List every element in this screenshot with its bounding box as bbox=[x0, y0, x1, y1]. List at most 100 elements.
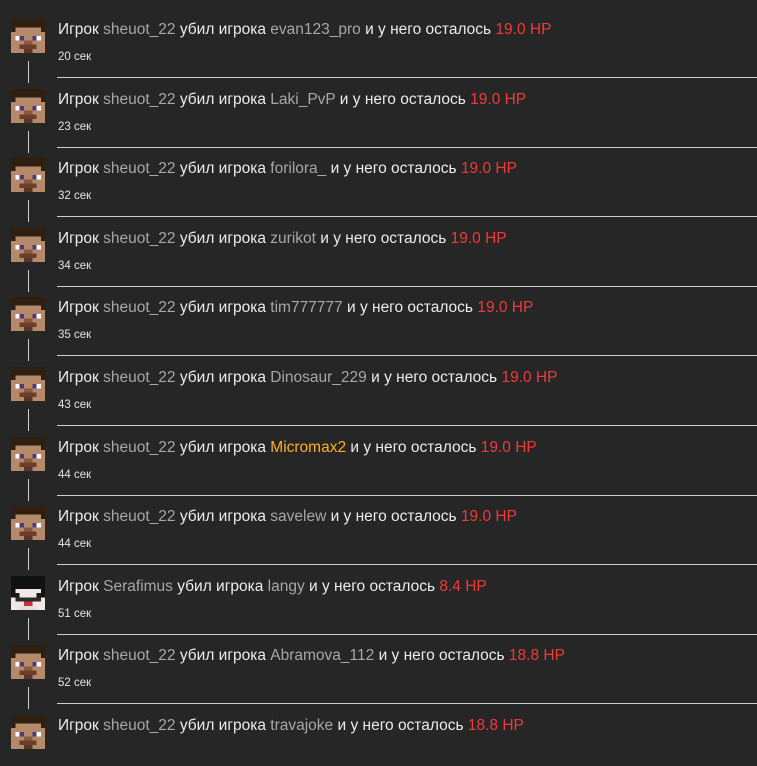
masked-head-icon bbox=[11, 576, 45, 610]
hp-value: 19.0 HP bbox=[460, 160, 517, 177]
timestamp: 34 сек bbox=[58, 260, 92, 272]
timestamp: 32 сек bbox=[58, 190, 92, 202]
prefix-label: Игрок bbox=[58, 369, 99, 386]
steve-head-icon bbox=[11, 367, 45, 401]
kill-entry: Игрок sheuot_22 убил игрока Micromax2 и … bbox=[0, 418, 757, 501]
timestamp: 44 сек bbox=[58, 469, 92, 481]
steve-head-icon bbox=[11, 437, 45, 471]
prefix-label: Игрок bbox=[58, 439, 99, 456]
kill-entry: Игрок sheuot_22 убил игрока evan123_pro … bbox=[0, 0, 757, 83]
killer-name[interactable]: sheuot_22 bbox=[103, 299, 175, 316]
steve-head-icon bbox=[11, 158, 45, 192]
remaining-label: и у него осталось bbox=[339, 91, 466, 108]
steve-head-icon bbox=[11, 506, 45, 540]
kill-entry: Игрок sheuot_22 убил игрока Laki_PvP и у… bbox=[0, 70, 757, 153]
prefix-label: Игрок bbox=[58, 717, 99, 734]
killer-name[interactable]: sheuot_22 bbox=[103, 647, 175, 664]
killed-label: убил игрока bbox=[179, 230, 266, 247]
victim-name[interactable]: Micromax2 bbox=[270, 439, 346, 456]
killed-label: убил игрока bbox=[179, 647, 266, 664]
hp-value: 18.8 HP bbox=[467, 717, 524, 734]
killer-name[interactable]: sheuot_22 bbox=[103, 508, 175, 525]
victim-name[interactable]: zurikot bbox=[270, 230, 316, 247]
killed-label: убил игрока bbox=[179, 508, 266, 525]
timestamp: 51 сек bbox=[58, 608, 92, 620]
timestamp: 23 сек bbox=[58, 121, 92, 133]
prefix-label: Игрок bbox=[58, 230, 99, 247]
killer-name[interactable]: sheuot_22 bbox=[103, 230, 175, 247]
steve-head-icon bbox=[11, 715, 45, 749]
remaining-label: и у него осталось bbox=[350, 439, 477, 456]
timestamp: 44 сек bbox=[58, 538, 92, 550]
hp-value: 19.0 HP bbox=[450, 230, 507, 247]
killer-name[interactable]: sheuot_22 bbox=[103, 717, 175, 734]
killer-name[interactable]: sheuot_22 bbox=[103, 439, 175, 456]
hp-value: 19.0 HP bbox=[460, 508, 517, 525]
kill-message: Игрок sheuot_22 убил игрока savelew и у … bbox=[58, 508, 517, 526]
victim-name[interactable]: langy bbox=[268, 578, 305, 595]
kill-entry: Игрок sheuot_22 убил игрока Abramova_112… bbox=[0, 626, 757, 709]
prefix-label: Игрок bbox=[58, 578, 99, 595]
killed-label: убил игрока bbox=[177, 578, 264, 595]
killed-label: убил игрока bbox=[179, 369, 266, 386]
killed-label: убил игрока bbox=[179, 21, 266, 38]
victim-name[interactable]: tim777777 bbox=[270, 299, 342, 316]
remaining-label: и у него осталось bbox=[330, 160, 457, 177]
victim-name[interactable]: forilora_ bbox=[270, 160, 326, 177]
kill-message: Игрок Serafimus убил игрока langy и у не… bbox=[58, 578, 487, 596]
steve-head-icon bbox=[11, 645, 45, 679]
remaining-label: и у него осталось bbox=[378, 647, 505, 664]
killer-name[interactable]: sheuot_22 bbox=[103, 91, 175, 108]
kill-message: Игрок sheuot_22 убил игрока Micromax2 и … bbox=[58, 439, 537, 457]
prefix-label: Игрок bbox=[58, 21, 99, 38]
kill-message: Игрок sheuot_22 убил игрока forilora_ и … bbox=[58, 160, 517, 178]
steve-head-icon bbox=[11, 89, 45, 123]
prefix-label: Игрок bbox=[58, 299, 99, 316]
steve-head-icon bbox=[11, 19, 45, 53]
remaining-label: и у него осталось bbox=[346, 299, 474, 316]
remaining-label: и у него осталось bbox=[371, 369, 498, 386]
prefix-label: Игрок bbox=[58, 160, 99, 177]
killer-name[interactable]: Serafimus bbox=[103, 578, 173, 595]
killed-label: убил игрока bbox=[179, 160, 266, 177]
remaining-label: и у него осталось bbox=[337, 717, 464, 734]
killed-label: убил игрока bbox=[179, 439, 266, 456]
remaining-label: и у него осталось bbox=[330, 508, 457, 525]
kill-entry: Игрок sheuot_22 убил игрока zurikot и у … bbox=[0, 209, 757, 292]
kill-entry: Игрок sheuot_22 убил игрока forilora_ и … bbox=[0, 139, 757, 222]
victim-name[interactable]: travajoke bbox=[270, 717, 333, 734]
victim-name[interactable]: savelew bbox=[270, 508, 326, 525]
remaining-label: и у него осталось bbox=[365, 21, 492, 38]
killed-label: убил игрока bbox=[179, 717, 266, 734]
kill-entry: Игрок sheuot_22 убил игрока Dinosaur_229… bbox=[0, 348, 757, 431]
killer-name[interactable]: sheuot_22 bbox=[103, 21, 175, 38]
killer-name[interactable]: sheuot_22 bbox=[103, 369, 175, 386]
kill-entry: Игрок Serafimus убил игрока langy и у не… bbox=[0, 557, 757, 640]
kill-entry: Игрок sheuot_22 убил игрока tim777777 и … bbox=[0, 278, 757, 361]
kill-feed: Игрок sheuot_22 убил игрока evan123_pro … bbox=[0, 0, 757, 749]
hp-value: 19.0 HP bbox=[470, 91, 527, 108]
victim-name[interactable]: Dinosaur_229 bbox=[270, 369, 367, 386]
kill-message: Игрок sheuot_22 убил игрока tim777777 и … bbox=[58, 299, 533, 317]
victim-name[interactable]: Laki_PvP bbox=[270, 91, 335, 108]
timestamp: 20 сек bbox=[58, 51, 92, 63]
hp-value: 19.0 HP bbox=[477, 299, 534, 316]
kill-message: Игрок sheuot_22 убил игрока Dinosaur_229… bbox=[58, 369, 557, 387]
prefix-label: Игрок bbox=[58, 647, 99, 664]
hp-value: 19.0 HP bbox=[480, 439, 537, 456]
hp-value: 18.8 HP bbox=[508, 647, 565, 664]
kill-entry: Игрок sheuot_22 убил игрока travajoke и … bbox=[0, 696, 757, 766]
steve-head-icon bbox=[11, 297, 45, 331]
hp-value: 19.0 HP bbox=[501, 369, 558, 386]
hp-value: 19.0 HP bbox=[495, 21, 552, 38]
remaining-label: и у него осталось bbox=[309, 578, 436, 595]
killer-name[interactable]: sheuot_22 bbox=[103, 160, 175, 177]
timestamp: 35 сек bbox=[58, 329, 92, 341]
kill-message: Игрок sheuot_22 убил игрока evan123_pro … bbox=[58, 21, 551, 39]
prefix-label: Игрок bbox=[58, 508, 99, 525]
victim-name[interactable]: evan123_pro bbox=[270, 21, 361, 38]
steve-head-icon bbox=[11, 228, 45, 262]
killed-label: убил игрока bbox=[179, 299, 266, 316]
prefix-label: Игрок bbox=[58, 91, 99, 108]
victim-name[interactable]: Abramova_112 bbox=[270, 647, 374, 664]
